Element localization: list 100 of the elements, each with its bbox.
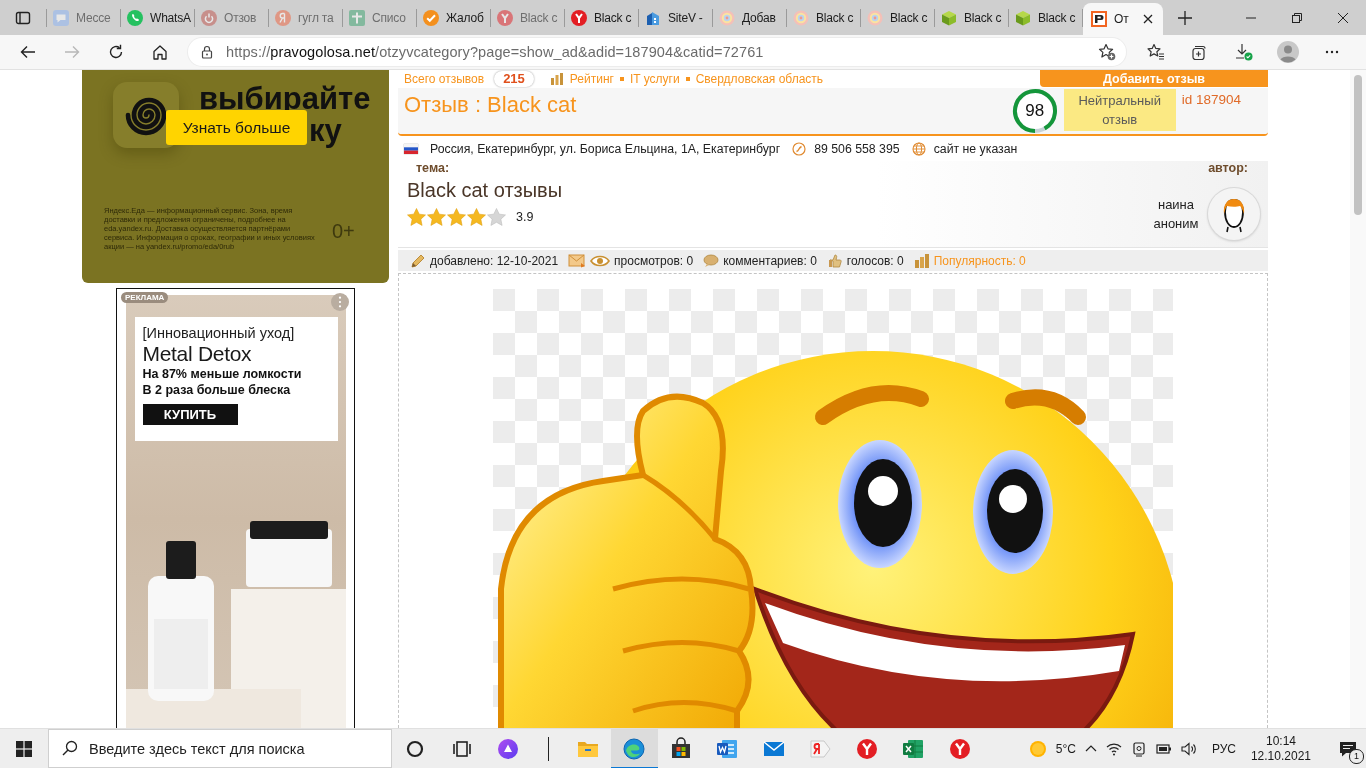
browser-tab[interactable]: От [1083,3,1163,35]
scrollbar-track[interactable] [1350,70,1366,728]
thumb-up-icon [826,252,843,269]
verdict-badge: Нейтральный отзыв [1063,89,1176,131]
fork-circle-icon [947,736,972,761]
address-text: Россия, Екатеринбург, ул. Бориса Ельцина, 1А, Екатеринбург [430,142,781,156]
triangle-circle-icon [496,736,521,761]
star-icon [487,208,506,226]
window-tabs-icon [15,9,31,26]
speech-bubble-icon [703,252,720,269]
swirl-icon [867,9,883,26]
flag-icon [404,144,418,154]
phone-number: 89 506 558 395 [814,142,900,156]
comments-count: комментариев: 0 [723,253,817,268]
phone-bubble-icon [127,9,143,26]
close-icon [1338,12,1348,23]
star-plus-icon[interactable] [1098,43,1116,61]
globe-icon [911,142,926,156]
ad-tagline: [Инновационный уход] [142,325,295,342]
fork-circle-icon [854,736,879,761]
pencil-icon [410,252,426,269]
taskbar-search-field[interactable]: Введите здесь текст для поиска [48,729,392,768]
chat-bubble-icon [53,9,69,26]
avatar-icon [1208,188,1260,240]
ad-headline: ку [309,115,342,146]
bar-chart-icon [913,252,930,269]
star-icon [407,208,426,226]
spiral-logo-icon [113,82,179,148]
scrollbar-thumb[interactable] [1354,75,1362,215]
clock-time[interactable]: 10:14 [1265,733,1296,749]
age-rating: 0+ [332,220,355,243]
speaker-icon[interactable] [1180,740,1197,757]
ad-claim: В 2 раза больше блеска [142,382,291,398]
lock-icon [200,45,214,59]
star-icon [427,208,446,226]
browser-tab[interactable]: WhatsA [121,0,194,35]
collections-icon [1191,43,1209,61]
ad-banner[interactable] [82,70,389,283]
round-logo-icon [275,9,291,26]
logo-tile-icon [1091,11,1107,27]
weather-temperature[interactable]: 5°C [1055,741,1076,756]
back-arrow-icon [20,44,36,60]
building-icon [645,9,661,26]
phone-icon [792,142,807,156]
cube-icon [1015,9,1031,26]
author-name: наина аноним [1152,196,1200,233]
browser-tab[interactable]: Black c [565,0,638,35]
forward-arrow-icon [64,44,80,60]
start-icon [16,740,32,757]
review-id: id 187904 [1181,92,1241,107]
review-title: Отзыв : Black cat [404,92,577,118]
star-list-icon [1147,43,1165,61]
star-icon [467,208,486,226]
ad-claim: На 87% меньше ломкости [142,366,302,382]
address-field[interactable]: https://pravogolosa.net/otzyvcategory?page=show_ad&adid=187904&catid=72761 [188,38,1126,66]
product-name: Metal Detox [142,342,252,366]
fork-circle-icon [497,9,513,26]
url-text: https://pravogolosa.net/otzyvcategory?page=show_ad&adid=187904&catid=72761 [226,44,764,60]
profile-avatar-icon [1277,41,1299,63]
browser-tab[interactable]: Black c [787,0,860,35]
swirl-circle-icon [622,736,647,761]
more-vertical-icon [338,296,342,308]
bar-chart-icon [549,71,564,86]
rating-value: 3.9 [516,210,534,224]
search-icon [62,740,78,756]
cube-icon [941,9,957,26]
swirl-icon [719,9,735,26]
browser-tab[interactable]: Black c [1009,0,1082,35]
restore-icon [1292,12,1302,23]
review-count: 215 [494,70,534,87]
date-added: добавлено: 12-10-2021 [430,253,559,268]
topic-label: тема: [416,161,450,175]
check-circle-icon [423,9,439,26]
score-value: 98 [1024,102,1046,120]
star-icon [447,208,466,226]
learn-more-button[interactable]: Узнать больше [166,110,307,145]
download-done-icon [1235,43,1253,61]
swirl-icon [793,9,809,26]
plus-tile-icon [349,9,365,26]
browser-tab[interactable]: Добав [713,0,786,35]
plus-icon [1177,9,1193,26]
topic-title: Black cat отзывы [407,178,563,202]
browser-tab[interactable]: Жалоб [417,0,490,35]
browser-tab[interactable]: Black c [861,0,934,35]
device-icon[interactable] [1130,740,1147,757]
fork-circle-icon [571,9,587,26]
home-icon [152,44,168,60]
ad-label: РЕКЛАМА [121,292,169,303]
votes-count: голосов: 0 [846,253,904,268]
buy-button[interactable]: КУПИТЬ [142,404,238,425]
browser-tab[interactable]: Black c [935,0,1008,35]
views-count: просмотров: 0 [614,253,694,268]
website-text: сайт не указан [933,142,1018,156]
browser-tab[interactable]: SiteV - [639,0,712,35]
author-label: автор: [1208,161,1248,175]
close-icon [1143,14,1153,24]
clock-date[interactable]: 12.10.2021 [1250,748,1311,764]
refresh-icon [108,44,124,60]
input-language[interactable]: РУС [1211,741,1236,756]
power-icon [201,9,217,26]
